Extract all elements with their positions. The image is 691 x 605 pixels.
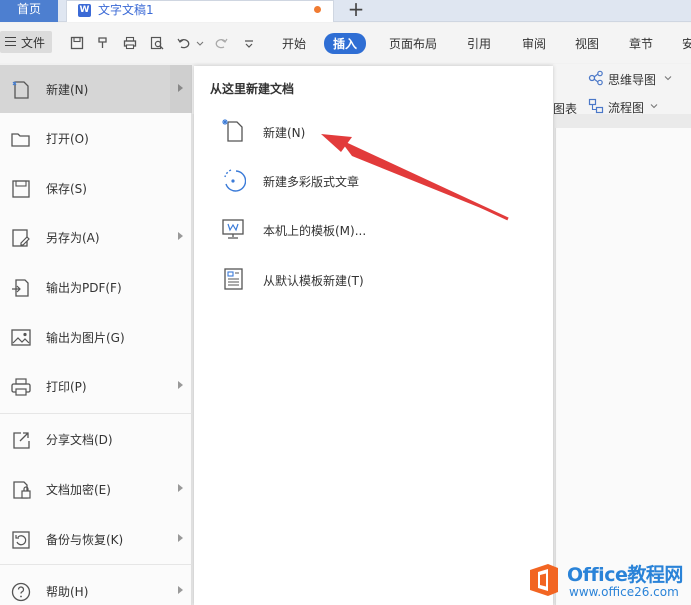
file-menu-label: 分享文档(D): [46, 433, 113, 447]
tab-overflow[interactable]: 安: [682, 35, 691, 52]
new-file-icon: [12, 81, 29, 99]
home-tab[interactable]: 首页: [0, 0, 58, 22]
new-tab-button[interactable]: +: [346, 0, 366, 19]
chevron-right-icon: [178, 232, 183, 240]
tab-page-layout[interactable]: 页面布局: [389, 35, 437, 52]
submenu-label: 本机上的模板(M)...: [263, 224, 367, 238]
chevron-right-icon: [178, 534, 183, 542]
backup-icon: [12, 531, 30, 549]
format-painter-icon[interactable]: [96, 36, 110, 50]
customize-toolbar-icon[interactable]: [242, 36, 256, 50]
file-menu-label: 保存(S): [46, 182, 87, 196]
colorful-article-icon: [224, 169, 246, 192]
tab-review[interactable]: 审阅: [522, 35, 546, 52]
menu-divider: [0, 413, 192, 414]
ribbon-bar: 文件 开始 插入 页面布局 引用 审阅 视图 章节 安: [0, 23, 691, 63]
save-icon: [12, 180, 30, 198]
submenu-item-colorful-article[interactable]: 新建多彩版式文章: [220, 159, 530, 199]
submenu-label: 从默认模板新建(T): [263, 274, 364, 288]
file-menu-label: 输出为图片(G): [46, 331, 125, 345]
submenu-item-default-template[interactable]: 从默认模板新建(T): [220, 258, 530, 298]
file-menu-label: 文件: [21, 36, 46, 50]
folder-open-icon: [11, 133, 30, 147]
tab-chapter[interactable]: 章节: [629, 35, 653, 52]
file-menu-item-save[interactable]: 保存(S): [0, 164, 192, 212]
submenu-item-new-blank[interactable]: 新建(N): [220, 110, 530, 150]
local-template-icon: [222, 219, 244, 239]
print-icon: [11, 378, 31, 396]
blank-doc-icon: [222, 119, 243, 142]
share-icon: [13, 432, 30, 449]
hamburger-icon: [5, 37, 16, 46]
menu-divider: [0, 564, 192, 565]
file-menu-item-share[interactable]: 分享文档(D): [0, 415, 192, 463]
file-menu-item-open[interactable]: 打开(O): [0, 114, 192, 162]
flowchart-dropdown-icon[interactable]: [650, 102, 658, 110]
new-document-submenu: 从这里新建文档 新建(N) 新建多彩版式文章 本机上的模板(M)... 从默认模…: [194, 66, 553, 605]
unsaved-dot-icon: [314, 6, 321, 13]
save-quick-icon[interactable]: [70, 36, 84, 50]
mindmap-dropdown-icon[interactable]: [664, 74, 672, 82]
print-preview-icon[interactable]: [150, 36, 164, 50]
writer-doc-icon: W: [78, 4, 91, 17]
document-tab-title: 文字文稿1: [98, 3, 154, 17]
watermark-brand: Office教程网: [567, 564, 683, 586]
tab-start[interactable]: 开始: [282, 35, 306, 52]
file-menu-button[interactable]: 文件: [0, 31, 52, 53]
file-menu-item-encrypt[interactable]: 文档加密(E): [0, 465, 192, 513]
encrypt-icon: [13, 481, 31, 499]
submenu-label: 新建(N): [263, 126, 306, 140]
submenu-title: 从这里新建文档: [210, 82, 295, 96]
pdf-export-icon: [12, 279, 29, 297]
file-menu-label: 打印(P): [46, 380, 87, 394]
mindmap-icon: [588, 70, 603, 86]
file-menu-list: 新建(N) 打开(O) 保存(S) 另存为(A) 输出为PDF(F) 输出为图片…: [0, 65, 192, 605]
title-bar: 首页 W 文字文稿1 +: [0, 0, 691, 22]
default-template-icon: [224, 268, 243, 290]
tab-insert[interactable]: 插入: [324, 33, 367, 54]
save-as-icon: [12, 229, 30, 247]
undo-dropdown-icon[interactable]: [196, 36, 204, 50]
file-menu-item-export-pdf[interactable]: 输出为PDF(F): [0, 263, 192, 311]
chevron-right-icon: [178, 586, 183, 594]
watermark-site: www.office26.com: [569, 585, 679, 599]
help-icon: [11, 582, 31, 602]
file-menu-item-print[interactable]: 打印(P): [0, 362, 192, 410]
chevron-right-icon: [178, 484, 183, 492]
file-menu-item-backup[interactable]: 备份与恢复(K): [0, 515, 192, 563]
file-menu-item-save-as[interactable]: 另存为(A): [0, 213, 192, 261]
file-menu-label: 输出为PDF(F): [46, 281, 122, 295]
print-quick-icon[interactable]: [123, 36, 137, 50]
mindmap-button[interactable]: 思维导图: [608, 71, 656, 88]
undo-icon[interactable]: [177, 36, 191, 50]
office-logo-icon: [530, 564, 558, 596]
file-menu-label: 帮助(H): [46, 585, 89, 599]
document-tab[interactable]: W 文字文稿1: [66, 0, 334, 22]
submenu-item-local-template[interactable]: 本机上的模板(M)...: [220, 208, 530, 248]
file-menu-label: 打开(O): [46, 132, 89, 146]
file-menu-label: 备份与恢复(K): [46, 533, 124, 547]
tab-references[interactable]: 引用: [467, 35, 491, 52]
document-page[interactable]: [555, 128, 691, 605]
chevron-right-icon: [178, 84, 183, 92]
file-menu-item-new[interactable]: 新建(N): [0, 65, 192, 113]
file-menu-label: 文档加密(E): [46, 483, 111, 497]
file-menu-item-export-image[interactable]: 输出为图片(G): [0, 313, 192, 361]
image-export-icon: [11, 329, 31, 346]
submenu-label: 新建多彩版式文章: [263, 175, 360, 189]
redo-icon[interactable]: [214, 36, 228, 50]
file-menu-item-help[interactable]: 帮助(H): [0, 567, 192, 605]
file-menu-label: 新建(N): [46, 83, 89, 97]
flowchart-icon: [588, 98, 604, 114]
watermark: Office教程网 www.office26.com: [521, 555, 691, 605]
file-menu-label: 另存为(A): [46, 231, 100, 245]
tab-view[interactable]: 视图: [575, 35, 599, 52]
chevron-right-icon: [178, 381, 183, 389]
